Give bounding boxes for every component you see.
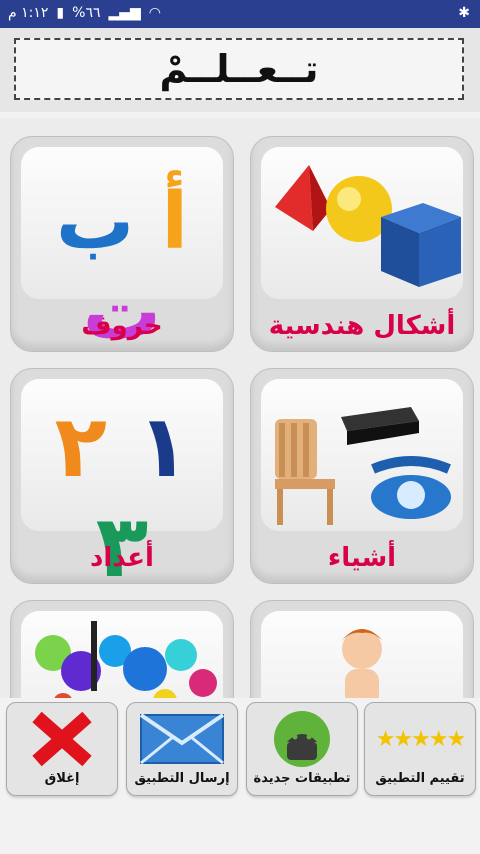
android-icon [247, 709, 357, 769]
rate-app-label: تقييم التطبيق [375, 771, 465, 786]
letter-ba: ب [55, 177, 135, 267]
tile-label: أعداد [90, 543, 154, 573]
paint-splash-icon [35, 621, 217, 698]
boy-icon [341, 629, 383, 698]
app-header: تــعــلــمْ [0, 28, 480, 112]
battery-icon: ▮ [56, 5, 65, 21]
share-app-label: إرسال التطبيق [134, 771, 230, 786]
rate-app-button[interactable]: ★★★★★ تقييم التطبيق [364, 702, 476, 796]
body-boy-image [261, 611, 463, 698]
number-one: ١ [136, 397, 190, 497]
wifi-icon: ◠ [148, 5, 162, 21]
tile-label: أشياء [327, 543, 397, 573]
title-box: تــعــلــمْ [14, 38, 464, 100]
tile-numbers[interactable]: ١ ٢ ٣ أعداد [10, 368, 234, 584]
battery-percent: %٦٦ [72, 5, 101, 21]
signal-icon: ▂▄▆ [108, 5, 141, 21]
close-icon [7, 709, 117, 769]
status-left-group: ١:١٢ م ▮ %٦٦ ▂▄▆ ◠ [8, 5, 161, 21]
tile-geometric-shapes[interactable]: أشكال هندسية [250, 136, 474, 352]
bluetooth-icon: ✱ [458, 5, 470, 21]
tile-objects[interactable]: أشياء [250, 368, 474, 584]
page-title: تــعــلــمْ [159, 47, 319, 91]
share-app-button[interactable]: إرسال التطبيق [126, 702, 238, 796]
geometric-shapes-icon [275, 165, 461, 287]
bottom-bar: ★★★★★ تقييم التطبيق تطبيقات جديدة إرسال … [0, 700, 480, 854]
objects-icon [275, 407, 451, 525]
geometric-shapes-image [261, 147, 463, 299]
tile-label: أشكال هندسية [268, 311, 456, 341]
letter-alif: أ [161, 177, 189, 267]
new-apps-button[interactable]: تطبيقات جديدة [246, 702, 358, 796]
tile-letters[interactable]: أ ب ت حروف [10, 136, 234, 352]
number-two: ٢ [54, 397, 108, 497]
tile-body[interactable] [250, 600, 474, 698]
envelope-icon [127, 709, 237, 769]
tile-colors[interactable] [10, 600, 234, 698]
arabic-numbers-image: ١ ٢ ٣ [21, 379, 223, 583]
status-time: ١:١٢ م [8, 5, 49, 21]
close-label: إغلاق [44, 771, 80, 786]
arabic-letters-image: أ ب ت [21, 147, 223, 351]
tile-label: حروف [81, 311, 163, 341]
paint-splash-image [21, 611, 223, 698]
objects-image [261, 379, 463, 531]
stars-icon: ★★★★★ [375, 726, 467, 752]
status-bar: ١:١٢ م ▮ %٦٦ ▂▄▆ ◠ ✱ [0, 0, 480, 28]
category-grid: أشكال هندسية أ ب ت حروف أشياء ١ ٢ ٣ أعدا… [0, 118, 480, 698]
new-apps-label: تطبيقات جديدة [253, 771, 351, 786]
close-button[interactable]: إغلاق [6, 702, 118, 796]
